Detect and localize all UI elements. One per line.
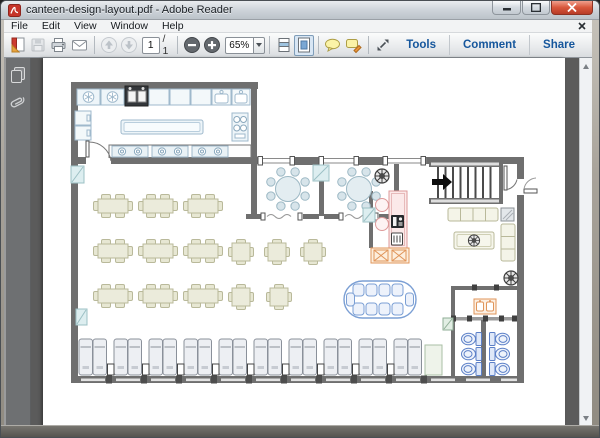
page-up-icon [100, 36, 118, 54]
reading-mode-button[interactable] [373, 35, 393, 56]
thumbnails-icon [10, 66, 26, 84]
dining-tables [94, 195, 326, 310]
pdf-page-canvas[interactable] [43, 58, 565, 427]
sticky-note-icon [344, 36, 363, 54]
toolbar-separator [269, 36, 270, 54]
zoom-out-button[interactable] [182, 35, 202, 56]
minimize-button[interactable] [492, 1, 521, 15]
sofa-horizontal [448, 208, 498, 221]
coffee-machine [391, 215, 404, 228]
toolbar-separator [368, 36, 369, 54]
side-counter [425, 345, 442, 375]
close-document-icon[interactable] [578, 22, 586, 30]
next-page-button[interactable] [119, 35, 139, 56]
print-button[interactable] [48, 35, 69, 56]
zoom-out-icon [183, 36, 201, 54]
menu-file[interactable]: File [4, 20, 35, 32]
zoom-in-button[interactable] [202, 35, 222, 56]
zoom-dropdown-arrow [256, 43, 262, 47]
kitchen-sinks [212, 89, 250, 105]
share-button[interactable]: Share [530, 39, 588, 51]
save-button[interactable] [28, 35, 48, 56]
restroom-sink [474, 299, 496, 314]
kitchen-oven [125, 86, 148, 106]
menu-view[interactable]: View [67, 20, 104, 32]
title-bar: canteen-design-layout.pdf - Adobe Reader [1, 1, 600, 20]
menu-edit[interactable]: Edit [35, 20, 67, 32]
adobe-reader-icon [8, 4, 21, 17]
wall-glass-panel [363, 208, 375, 222]
restrooms [443, 285, 517, 377]
close-button[interactable] [551, 1, 593, 15]
vertical-scrollbar[interactable] [579, 58, 592, 427]
scroll-mode-button[interactable] [274, 35, 294, 56]
comment-panel-button[interactable]: Comment [450, 39, 529, 51]
maximize-icon [531, 3, 541, 12]
close-icon [567, 3, 577, 12]
zoom-level-value[interactable]: 65% [225, 37, 254, 54]
maximize-button[interactable] [522, 1, 550, 15]
lounge-area [448, 208, 515, 261]
attachments-icon [10, 92, 26, 114]
kitchen-cabinets [75, 111, 91, 140]
fit-page-button[interactable] [294, 35, 314, 56]
floor-plan-drawing [43, 58, 565, 427]
open-file-icon [9, 36, 27, 54]
attachments-button[interactable] [10, 94, 26, 112]
comment-bubble-icon [323, 36, 342, 54]
kitchen-island [121, 120, 203, 134]
page-thumbnails-button[interactable] [10, 66, 26, 84]
adobe-reader-window: canteen-design-layout.pdf - Adobe Reader… [0, 0, 600, 438]
toolbar-separator [318, 36, 319, 54]
page-number-input[interactable]: 1 [142, 37, 160, 54]
staircase [429, 161, 501, 204]
plant [468, 235, 479, 246]
menu-window[interactable]: Window [104, 20, 155, 32]
scroll-mode-icon [275, 36, 293, 54]
comment-bubble-button[interactable] [322, 35, 343, 56]
top-wall-windows [258, 157, 426, 166]
reading-mode-icon [374, 36, 392, 54]
fit-page-icon [295, 36, 313, 54]
sofa-vertical [501, 224, 515, 261]
save-icon [29, 36, 47, 54]
toolbar-separator [177, 36, 178, 54]
booth-seating [79, 339, 442, 375]
tools-button[interactable]: Tools [393, 39, 449, 51]
banquet-oval-table [344, 281, 416, 318]
email-button[interactable] [69, 35, 90, 56]
page-down-icon [120, 36, 138, 54]
stair-direction-arrow [432, 174, 452, 190]
zoom-in-icon [203, 36, 221, 54]
kitchen-stove-4burner [232, 113, 248, 141]
menu-help[interactable]: Help [155, 20, 191, 32]
window-bottom-frame [1, 425, 600, 437]
toolbar-separator [94, 36, 95, 54]
previous-page-button[interactable] [99, 35, 119, 56]
kitchen-cooking-ranges [109, 145, 251, 158]
email-icon [70, 36, 89, 54]
navigation-pane [4, 58, 31, 427]
toolbar-right-actions: Tools Comment Share [393, 33, 588, 57]
page-total-label: / 1 [163, 33, 171, 57]
menu-bar: File Edit View Window Help [4, 20, 592, 33]
zoom-dropdown-button[interactable] [254, 37, 265, 54]
sticky-note-button[interactable] [343, 35, 364, 56]
print-icon [49, 36, 68, 54]
scroll-up-icon[interactable] [583, 64, 589, 69]
open-file-button[interactable] [8, 35, 28, 56]
restroom-mirror [443, 318, 453, 330]
toolbar: 1 / 1 65% [4, 33, 592, 58]
wall-mirror [501, 208, 514, 221]
kitchen-area [75, 86, 251, 161]
scroll-down-icon[interactable] [583, 416, 589, 421]
minimize-icon [502, 3, 512, 12]
kitchen-door [86, 141, 111, 161]
small-appliance [392, 233, 403, 245]
window-title: canteen-design-layout.pdf - Adobe Reader [26, 4, 233, 16]
cashier-counter [371, 248, 409, 263]
